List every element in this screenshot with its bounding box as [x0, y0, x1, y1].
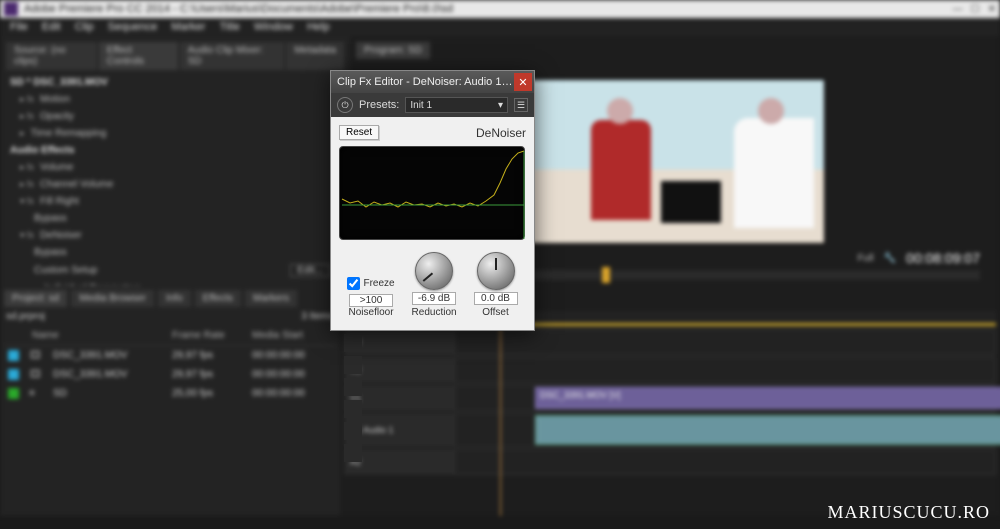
noise-curve: [342, 151, 524, 207]
freeze-input[interactable]: [347, 277, 360, 290]
wrench-icon[interactable]: 🔧: [884, 253, 896, 264]
tab-effect-controls[interactable]: Effect Controls: [99, 42, 178, 70]
menu-clip[interactable]: Clip: [75, 21, 94, 33]
video-preview[interactable]: [525, 79, 825, 244]
window-title: Adobe Premiere Pro CC 2014 - C:\Users\Ma…: [24, 3, 947, 15]
menu-bar: File Edit Clip Sequence Marker Title Win…: [0, 18, 1000, 36]
preset-save-icon[interactable]: ☰: [514, 98, 528, 112]
minimize-button[interactable]: —: [953, 4, 963, 15]
audio-effects-header: Audio Effects: [6, 142, 344, 159]
tab-markers[interactable]: Markers: [245, 290, 297, 307]
slip-tool[interactable]: [344, 378, 362, 396]
resolution-full[interactable]: Full: [857, 253, 873, 264]
close-icon[interactable]: ✕: [514, 73, 532, 91]
tab-media-browser[interactable]: Media Browser: [71, 290, 154, 307]
fx-denoiser-custom[interactable]: Custom SetupEdit...: [6, 261, 344, 280]
list-item[interactable]: 🎞DSC_3391.MOV29,97 fps00:00:00:00: [4, 365, 336, 384]
effect-controls-panel: Source: (no clips) Effect Controls Audio…: [0, 36, 350, 286]
list-item[interactable]: ≡SD25,00 fps00:00:00:00: [4, 384, 336, 403]
video-clip[interactable]: DSC_3391.MOV [V]: [535, 387, 1000, 409]
app-icon: [4, 2, 18, 16]
tab-source[interactable]: Source: (no clips): [6, 42, 97, 70]
offset-label: Offset: [482, 307, 509, 318]
menu-title[interactable]: Title: [219, 21, 239, 33]
tab-program[interactable]: Program: SD: [356, 42, 430, 59]
plugin-name: DeNoiser: [476, 126, 526, 140]
menu-sequence[interactable]: Sequence: [108, 21, 158, 33]
dialog-title: Clip Fx Editor - DeNoiser: Audio 1, DSC_…: [337, 76, 514, 88]
col-rate[interactable]: Frame Rate: [172, 330, 242, 341]
col-name[interactable]: Name: [32, 330, 162, 341]
watermark: MARIUSCUCU.RO: [827, 502, 990, 523]
tab-effects[interactable]: Effects: [195, 290, 241, 307]
preset-dropdown[interactable]: Init 1 ▾: [405, 97, 508, 113]
edit-button[interactable]: Edit...: [290, 264, 330, 277]
ripple-tool[interactable]: [344, 334, 362, 352]
preset-value: Init 1: [410, 100, 432, 111]
project-file: sd.prproj: [6, 311, 45, 322]
menu-help[interactable]: Help: [307, 21, 330, 33]
freeze-checkbox[interactable]: Freeze: [347, 277, 394, 290]
fx-channel-volume[interactable]: ▸ fxChannel Volume: [6, 176, 344, 193]
pen-tool[interactable]: [344, 400, 362, 418]
window-titlebar: Adobe Premiere Pro CC 2014 - C:\Users\Ma…: [0, 0, 1000, 18]
denoiser-dialog: Clip Fx Editor - DeNoiser: Audio 1, DSC_…: [330, 70, 535, 331]
fx-denoiser[interactable]: ▾ fxDeNoiser: [6, 227, 344, 244]
noisefloor-label: Noisefloor: [349, 307, 394, 318]
fx-time-remap[interactable]: ▸Time Remapping: [6, 125, 344, 142]
chevron-down-icon: ▾: [498, 100, 503, 111]
reset-button[interactable]: Reset: [339, 125, 379, 140]
fx-volume[interactable]: ▸ fxVolume: [6, 159, 344, 176]
clip-header: SD * DSC_3391.MOV: [6, 74, 344, 91]
fx-fill-right[interactable]: ▾ fxFill Right: [6, 193, 344, 210]
list-item[interactable]: 🎞DSC_3391.MOV29,97 fps00:00:00:00: [4, 346, 336, 365]
audio-clip[interactable]: [535, 415, 1000, 445]
menu-file[interactable]: File: [10, 21, 28, 33]
noisefloor-value[interactable]: >100: [349, 294, 393, 307]
program-duration: 00:08:09:07: [906, 250, 980, 266]
zoom-tool[interactable]: [344, 444, 362, 462]
reduction-knob[interactable]: [415, 252, 453, 290]
menu-window[interactable]: Window: [254, 21, 293, 33]
spectrum-display: [339, 146, 525, 240]
offset-knob[interactable]: [477, 252, 515, 290]
fx-fill-right-bypass[interactable]: Bypass: [6, 210, 344, 227]
reduction-label: Reduction: [412, 307, 457, 318]
hand-tool[interactable]: [344, 422, 362, 440]
tab-audio-mixer[interactable]: Audio Clip Mixer: SD: [180, 42, 285, 70]
menu-marker[interactable]: Marker: [171, 21, 205, 33]
tab-project[interactable]: Project: sd: [4, 290, 67, 307]
fx-opacity[interactable]: ▸ fxOpacity: [6, 108, 344, 125]
col-start[interactable]: Media Start: [252, 330, 332, 341]
offset-value[interactable]: 0.0 dB: [474, 292, 518, 305]
fx-denoiser-bypass[interactable]: Bypass: [6, 244, 344, 261]
razor-tool[interactable]: [344, 356, 362, 374]
fx-motion[interactable]: ▸ fxMotion: [6, 91, 344, 108]
menu-edit[interactable]: Edit: [42, 21, 61, 33]
tab-metadata[interactable]: Metadata: [286, 42, 344, 70]
close-button[interactable]: ✕: [988, 4, 996, 15]
power-icon[interactable]: ⏻: [337, 97, 353, 113]
tab-info[interactable]: Info: [158, 290, 191, 307]
maximize-button[interactable]: ☐: [971, 4, 980, 15]
reduction-value[interactable]: -6.9 dB: [412, 292, 456, 305]
presets-label: Presets:: [359, 99, 399, 111]
project-panel: Project: sd Media Browser Info Effects M…: [0, 286, 340, 516]
